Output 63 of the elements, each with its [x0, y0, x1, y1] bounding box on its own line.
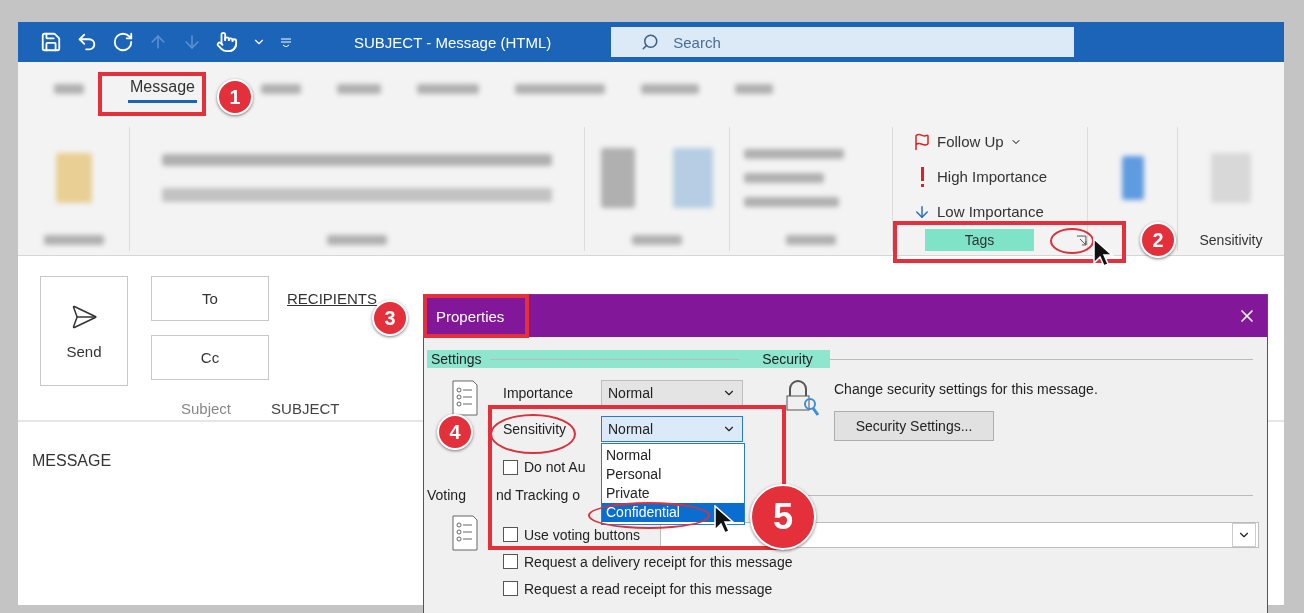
section-heading: nd Tracking o: [495, 487, 580, 503]
blurred-label: [786, 235, 836, 245]
checkbox-label: Request a delivery receipt for this message: [524, 553, 793, 570]
ribbon-command[interactable]: Follow Up: [913, 127, 1087, 156]
send-button[interactable]: Send: [40, 276, 128, 386]
group-label: Sensitivity: [1199, 232, 1263, 248]
touch-icon[interactable]: [216, 31, 238, 53]
field-label: Sensitivity: [503, 421, 568, 437]
undo-icon[interactable]: [76, 31, 98, 53]
dropdown-option[interactable]: Personal: [602, 465, 744, 484]
dialog-launcher-icon[interactable]: [1076, 234, 1087, 246]
search-icon: [641, 33, 660, 51]
exclamation-icon: [921, 166, 924, 187]
checkbox[interactable]: [503, 554, 518, 569]
blurred-icon: [673, 148, 713, 208]
dropdown-option[interactable]: Normal: [602, 446, 744, 465]
search-field[interactable]: Search: [611, 27, 1075, 57]
checkbox-label: Request a read receipt for this message: [524, 580, 773, 597]
importance-select[interactable]: Normal: [601, 380, 743, 406]
blurred-label: [54, 83, 84, 94]
blurred-icon: [1121, 156, 1144, 200]
redo-icon[interactable]: [112, 31, 134, 53]
section-heading: Security: [762, 351, 813, 367]
window-title: SUBJECT - Message (HTML): [354, 33, 552, 51]
save-icon[interactable]: [40, 31, 62, 53]
blurred-label: [416, 83, 479, 94]
blurred-icon: [162, 154, 552, 166]
checkbox-label: Use voting buttons: [524, 526, 640, 543]
lock-key-icon: [784, 380, 820, 418]
checkbox-label: Do not Au: [524, 459, 586, 475]
cc-button[interactable]: Cc: [151, 335, 269, 380]
ribbon-command[interactable]: Low Importance: [913, 197, 1087, 226]
list-icon: [451, 380, 479, 416]
dropdown-option[interactable]: Private: [602, 484, 744, 503]
section-heading: Voting: [427, 487, 466, 503]
section-heading: Settings: [431, 351, 482, 367]
customize-icon[interactable]: [280, 37, 292, 47]
checkbox[interactable]: [503, 581, 518, 596]
checkbox[interactable]: [503, 527, 518, 542]
to-button[interactable]: To: [151, 276, 269, 321]
blurred-label: [632, 235, 682, 245]
security-text: Change security settings for this message.: [834, 381, 1098, 397]
blurred-icon: [162, 188, 552, 202]
flag-icon: [913, 132, 931, 151]
security-settings-button[interactable]: Security Settings...: [834, 411, 994, 441]
ribbon-tab[interactable]: Message: [128, 74, 197, 103]
dialog-title: Properties: [436, 307, 505, 325]
list-icon: [451, 515, 479, 551]
blurred-label: [336, 83, 381, 94]
blurred-label: [260, 83, 301, 94]
subject-field[interactable]: SUBJECT: [271, 400, 340, 417]
group-label: Tags: [925, 229, 1035, 251]
blurred-label: [43, 235, 104, 245]
subject-label: Subject: [181, 400, 232, 417]
blurred-label: [640, 83, 699, 94]
blurred-label: [734, 83, 773, 94]
blurred-label: [327, 235, 387, 245]
blurred-icon: [601, 148, 635, 208]
blurred-icon: [1211, 153, 1251, 203]
ribbon-command[interactable]: High Importance: [913, 162, 1087, 191]
field-label: Importance: [503, 385, 575, 401]
checkbox[interactable]: [503, 459, 518, 475]
blurred-icon: [55, 153, 92, 203]
